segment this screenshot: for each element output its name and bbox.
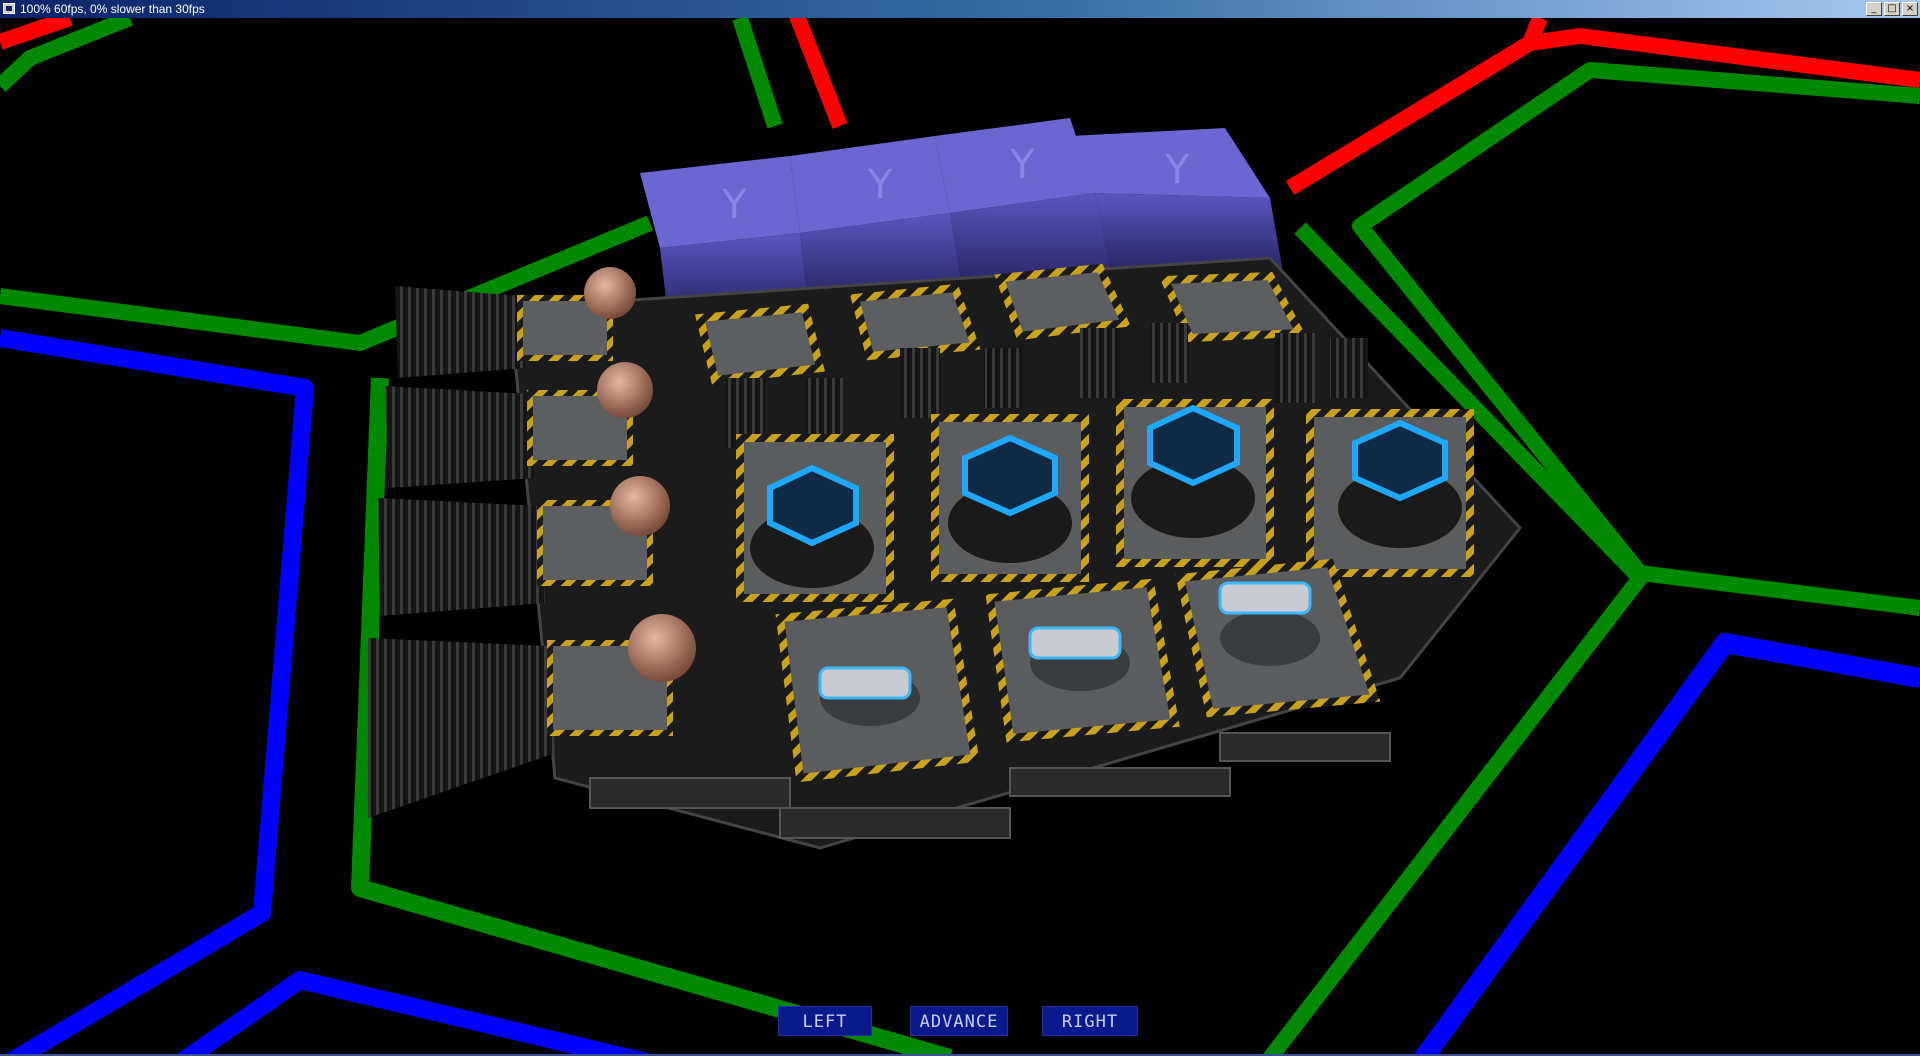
window-title: 100% 60fps, 0% slower than 30fps [20, 2, 205, 16]
close-button[interactable]: × [1902, 2, 1918, 16]
red-hex-line [789, 18, 848, 129]
glow-tank[interactable] [1306, 409, 1474, 577]
window-controls: _ □ × [1866, 2, 1918, 16]
advance-button[interactable]: ADVANCE [910, 1006, 1008, 1036]
right-button[interactable]: RIGHT [1042, 1006, 1138, 1036]
game-viewport[interactable]: Y Y Y Y LEFT ADVANCE RIGHT [0, 18, 1920, 1054]
turret-module[interactable] [985, 578, 1180, 743]
game-scene: Y Y Y Y [0, 18, 1920, 1054]
blue-hex-line [177, 971, 652, 1054]
maximize-button[interactable]: □ [1884, 2, 1900, 16]
cube-glyph: Y [867, 162, 893, 208]
blue-hex-line [0, 329, 314, 1054]
glow-tank[interactable] [931, 414, 1089, 582]
turret-module[interactable] [775, 598, 980, 783]
cube-glyph: Y [1164, 147, 1190, 193]
green-hex-line [732, 18, 783, 129]
red-hex-line [1285, 18, 1548, 195]
hull-module[interactable] [849, 283, 981, 361]
blue-hex-line [1414, 633, 1920, 1054]
hull-module[interactable] [695, 303, 825, 385]
minimize-button[interactable]: _ [1866, 2, 1882, 16]
cube-glyph: Y [1009, 142, 1035, 188]
cube-glyph: Y [721, 182, 747, 228]
glow-tank[interactable] [1116, 399, 1274, 567]
left-button[interactable]: LEFT [778, 1006, 872, 1036]
window-titlebar: 100% 60fps, 0% slower than 30fps _ □ × [0, 0, 1920, 18]
app-icon[interactable] [3, 3, 15, 14]
glow-tank[interactable] [736, 434, 894, 602]
hull-module[interactable] [994, 263, 1131, 341]
ship-modules [695, 263, 1474, 783]
